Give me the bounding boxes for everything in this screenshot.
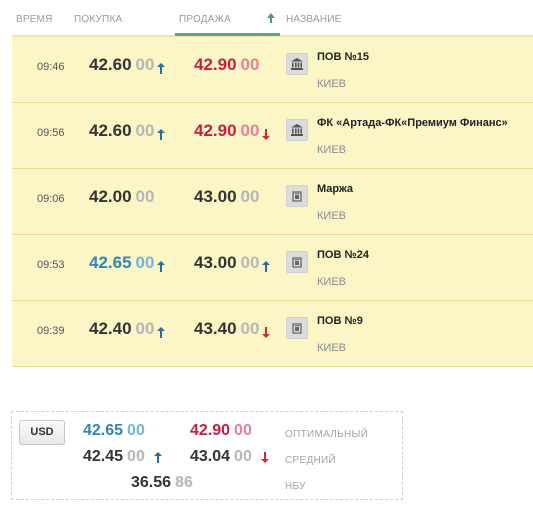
exchange-office-icon	[286, 185, 308, 207]
sell-rate-fraction: 00	[240, 319, 260, 338]
sort-arrow-up-icon	[267, 13, 275, 23]
optimal-sell-rate: 42.90 00	[190, 422, 252, 440]
exchanger-city: КИЕВ	[317, 78, 346, 90]
column-header-buy[interactable]: ПОКУПКА	[74, 14, 122, 25]
bank-icon	[286, 119, 308, 141]
arrow-down-icon	[262, 323, 271, 339]
exchanger-name[interactable]: ПОВ №24	[317, 249, 369, 261]
average-label: СРЕДНИЙ	[285, 455, 337, 466]
average-buy-rate: 42.45 00	[83, 448, 162, 466]
buy-rate: 42.00 00	[89, 187, 154, 207]
nbu-label: НБУ	[285, 481, 306, 492]
row-time: 09:39	[37, 325, 65, 337]
sell-rate-value: 43.00	[194, 253, 237, 272]
sell-rate-fraction: 00	[240, 253, 260, 272]
optimal-sell-fraction: 00	[234, 422, 252, 439]
arrow-down-icon	[260, 450, 269, 464]
exchanger-city: КИЕВ	[317, 276, 346, 288]
exchanger-name[interactable]: ПОВ №15	[317, 51, 369, 63]
buy-rate-value: 42.65	[89, 253, 132, 272]
exchanger-city: КИЕВ	[317, 210, 346, 222]
optimal-buy-rate: 42.65 00	[83, 422, 145, 440]
row-time: 09:53	[37, 259, 65, 271]
rates-table: 09:46 42.60 00 42.90 00 ПОВ №15 КИЕВ 09:56…	[12, 36, 533, 367]
sell-rate-value: 42.90	[194, 121, 237, 140]
arrow-up-icon	[153, 450, 162, 464]
sell-rate-fraction: 00	[240, 121, 260, 140]
exchanger-name[interactable]: ФК «Артада-ФК«Премиум Финанс»	[317, 117, 508, 129]
buy-rate-fraction: 00	[135, 253, 155, 272]
column-header-sell[interactable]: ПРОДАЖА	[175, 6, 280, 36]
exchanger-name[interactable]: Маржа	[317, 183, 353, 195]
buy-rate: 42.60 00	[89, 121, 166, 141]
table-header: ВРЕМЯ ПОКУПКА ПРОДАЖА НАЗВАНИЕ	[12, 6, 533, 36]
exchange-office-icon	[286, 251, 308, 273]
exchanger-city: КИЕВ	[317, 144, 346, 156]
row-time: 09:06	[37, 193, 65, 205]
sell-rate: 42.90 00	[194, 55, 259, 75]
optimal-label: ОПТИМАЛЬНЫЙ	[285, 429, 369, 440]
bank-icon	[286, 53, 308, 75]
average-buy-fraction: 00	[127, 448, 145, 465]
buy-rate: 42.65 00	[89, 253, 166, 273]
sell-rate: 43.00 00	[194, 253, 271, 273]
buy-rate-value: 42.40	[89, 319, 132, 338]
buy-rate-value: 42.00	[89, 187, 132, 206]
exchanger-name[interactable]: ПОВ №9	[317, 315, 363, 327]
exchange-office-icon	[286, 317, 308, 339]
nbu-rate-value: 36.56	[131, 474, 172, 491]
buy-rate-value: 42.60	[89, 121, 132, 140]
nbu-rate: 36.56 86	[131, 474, 193, 492]
arrow-up-icon	[157, 125, 166, 141]
average-sell-value: 43.04	[190, 448, 231, 465]
sell-rate: 42.90 00	[194, 121, 271, 141]
arrow-up-icon	[157, 323, 166, 339]
row-time: 09:46	[37, 61, 65, 73]
buy-rate: 42.60 00	[89, 55, 166, 75]
average-sell-fraction: 00	[234, 448, 252, 465]
arrow-up-icon	[157, 59, 166, 75]
sell-rate-value: 42.90	[194, 55, 237, 74]
optimal-buy-value: 42.65	[83, 422, 124, 439]
table-row[interactable]: 09:06 42.00 00 43.00 00 Маржа КИЕВ	[12, 169, 533, 235]
sell-rate-value: 43.40	[194, 319, 237, 338]
optimal-sell-value: 42.90	[190, 422, 231, 439]
currency-button[interactable]: USD	[19, 420, 65, 445]
table-row[interactable]: 09:39 42.40 00 43.40 00 ПОВ №9 КИЕВ	[12, 301, 533, 367]
exchanger-city: КИЕВ	[317, 342, 346, 354]
table-row[interactable]: 09:53 42.65 00 43.00 00 ПОВ №24 КИЕВ	[12, 235, 533, 301]
buy-rate-fraction: 00	[135, 187, 155, 206]
arrow-down-icon	[262, 125, 271, 141]
average-sell-rate: 43.04 00	[190, 448, 269, 466]
summary-panel: USD 42.65 00 42.90 00 ОПТИМАЛЬНЫЙ 42.45 00 …	[11, 411, 403, 500]
table-row[interactable]: 09:56 42.60 00 42.90 00 ФК «Артада-ФК«Прем…	[12, 103, 533, 169]
sell-rate-value: 43.00	[194, 187, 237, 206]
table-row[interactable]: 09:46 42.60 00 42.90 00 ПОВ №15 КИЕВ	[12, 37, 533, 103]
arrow-up-icon	[262, 257, 271, 273]
arrow-up-icon	[157, 257, 166, 273]
sell-rate: 43.40 00	[194, 319, 271, 339]
row-time: 09:56	[37, 127, 65, 139]
sell-rate: 43.00 00	[194, 187, 259, 207]
average-buy-value: 42.45	[83, 448, 124, 465]
buy-rate-fraction: 00	[135, 319, 155, 338]
buy-rate-fraction: 00	[135, 121, 155, 140]
nbu-rate-fraction: 86	[175, 474, 193, 491]
sell-rate-fraction: 00	[240, 187, 260, 206]
buy-rate-value: 42.60	[89, 55, 132, 74]
column-header-name[interactable]: НАЗВАНИЕ	[286, 14, 342, 25]
column-header-time[interactable]: ВРЕМЯ	[16, 14, 53, 25]
optimal-buy-fraction: 00	[127, 422, 145, 439]
column-header-sell-label: ПРОДАЖА	[179, 14, 231, 25]
buy-rate: 42.40 00	[89, 319, 166, 339]
buy-rate-fraction: 00	[135, 55, 155, 74]
sell-rate-fraction: 00	[240, 55, 260, 74]
